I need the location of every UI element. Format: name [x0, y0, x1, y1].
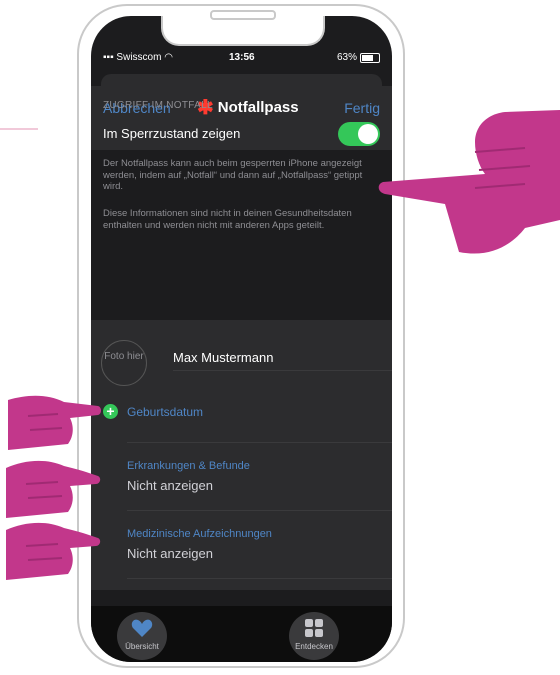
- divider: [173, 370, 392, 371]
- status-bar: ▪▪▪ Swisscom ◠ 13:56 63%: [91, 46, 392, 70]
- battery-icon: [360, 52, 380, 63]
- pointing-hand-icon: [6, 522, 101, 580]
- records-title[interactable]: Medizinische Aufzeichnungen: [127, 528, 272, 540]
- decorative-line: [0, 128, 38, 130]
- section-header: ZUGRIFF IM NOTFALL: [103, 100, 213, 111]
- pointing-hand-icon: [6, 460, 101, 518]
- tab-discover[interactable]: Entdecken: [289, 612, 339, 660]
- divider: [127, 442, 392, 443]
- clock: 13:56: [229, 52, 255, 63]
- conditions-value: Nicht anzeigen: [127, 478, 213, 493]
- lock-screen-toggle[interactable]: [338, 122, 380, 146]
- footer-text-1: Der Notfallpass kann auch beim gesperrte…: [103, 158, 363, 192]
- phone-screen: ▪▪▪ Swisscom ◠ 13:56 63% Abbrechen ✱ Not…: [91, 16, 392, 662]
- notch: [161, 16, 325, 46]
- speaker-slot: [210, 10, 276, 20]
- tab-bar: Übersicht Entdecken: [91, 606, 392, 662]
- photo-placeholder[interactable]: Foto hier: [101, 340, 147, 386]
- conditions-title[interactable]: Erkrankungen & Befunde: [127, 460, 250, 472]
- birthdate-button[interactable]: Geburtsdatum: [127, 405, 203, 419]
- grid-icon: [305, 619, 323, 637]
- battery-indicator: 63%: [337, 52, 380, 63]
- lock-screen-label: Im Sperrzustand zeigen: [103, 126, 241, 141]
- carrier-label: ▪▪▪ Swisscom ◠: [103, 52, 173, 63]
- name-field[interactable]: Max Mustermann: [173, 350, 273, 365]
- records-value: Nicht anzeigen: [127, 546, 213, 561]
- profile-card: Foto hier Max Mustermann + Geburtsdatum …: [91, 320, 392, 590]
- tab-discover-label: Entdecken: [295, 642, 333, 651]
- divider: [127, 578, 392, 579]
- pointing-hand-icon: [378, 110, 560, 254]
- divider: [127, 510, 392, 511]
- pointing-hand-icon: [8, 395, 101, 450]
- add-icon[interactable]: +: [103, 404, 118, 419]
- tab-overview-label: Übersicht: [125, 642, 159, 651]
- heart-icon: [131, 619, 153, 637]
- lock-screen-row: Im Sperrzustand zeigen: [91, 116, 392, 150]
- footer-text-2: Diese Informationen sind nicht in deinen…: [103, 208, 352, 231]
- tab-overview[interactable]: Übersicht: [117, 612, 167, 660]
